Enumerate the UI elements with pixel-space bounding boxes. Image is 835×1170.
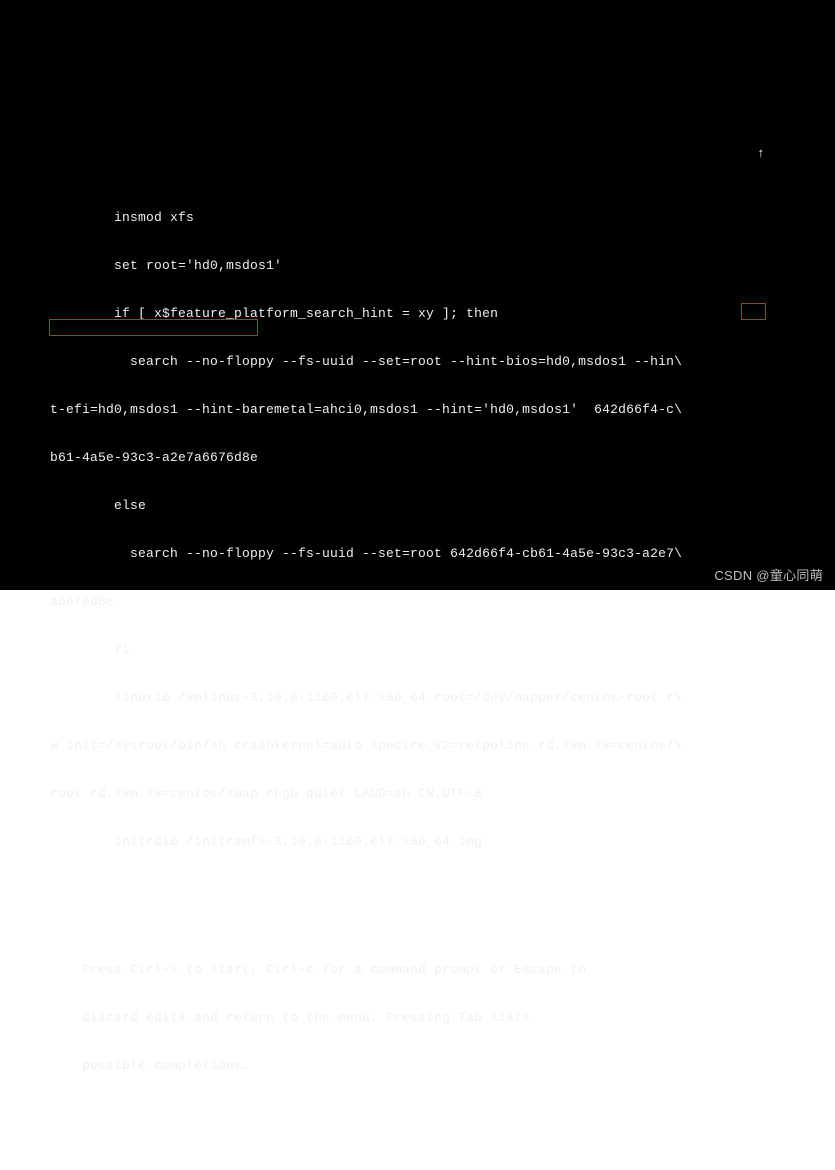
scroll-up-indicator-icon: ↑ [757,146,765,162]
grub-config-line[interactable]: insmod xfs [50,210,825,226]
grub-config-line[interactable]: b61-4a5e-93c3-a2e7a6676d8e [50,450,825,466]
grub-config-line[interactable]: fi [50,642,825,658]
grub-help-text: Press Ctrl-x to start, Ctrl-c for a comm… [50,930,825,1106]
grub-config-line[interactable]: search --no-floppy --fs-uuid --set=root … [50,354,825,370]
grub-config-line[interactable]: t-efi=hd0,msdos1 --hint-baremetal=ahci0,… [50,402,825,418]
grub-init-sysroot-line[interactable]: w init=/sysroot/bin/sh crashkernel=auto … [50,738,825,754]
grub-config-line[interactable]: set root='hd0,msdos1' [50,258,825,274]
csdn-watermark: CSDN @童心同萌 [714,565,823,584]
grub-edit-terminal[interactable]: ↑ insmod xfs set root='hd0,msdos1' if [ … [0,0,835,590]
grub-config-line[interactable]: else [50,498,825,514]
grub-initrd16-line[interactable]: initrd16 /initramfs-3.10.0-1160.el7.x86_… [50,834,825,850]
grub-config-line[interactable]: search --no-floppy --fs-uuid --set=root … [50,546,825,562]
grub-linux16-line[interactable]: linux16 /vmlinuz-3.10.0-1160.el7.x86_64 … [50,690,825,706]
help-line: Press Ctrl-x to start, Ctrl-c for a comm… [82,962,825,978]
grub-config-line[interactable]: a6676d8e [50,594,825,610]
grub-config-line[interactable]: root rd.lvm.lv=centos/swap rhgb quiet LA… [50,786,825,802]
help-line: possible completions. [82,1058,825,1074]
grub-config-line[interactable]: if [ x$feature_platform_search_hint = xy… [50,306,825,322]
help-line: discard edits and return to the menu. Pr… [82,1010,825,1026]
